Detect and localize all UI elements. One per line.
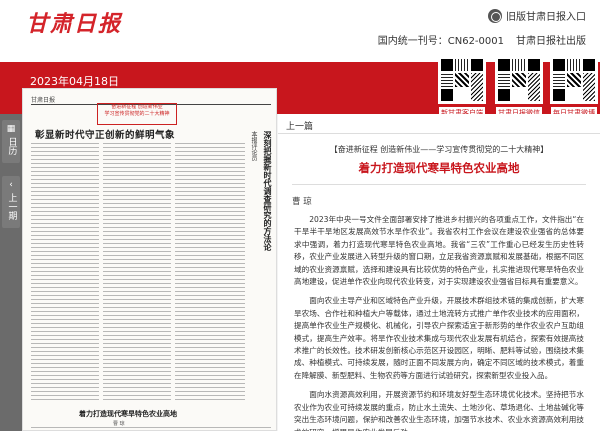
article-kicker: 【奋进新征程 创造新伟业——学习宣传贯彻党的二十大精神】	[329, 145, 549, 154]
text-column	[31, 143, 99, 401]
qr-code-icon	[550, 56, 598, 104]
article-headline: 着力打造现代寒旱特色农业高地	[358, 161, 520, 175]
qr-wechat[interactable]: 甘肃日报微信	[495, 56, 543, 120]
prev-article-link[interactable]: 上一篇	[278, 114, 600, 134]
qr-weibo[interactable]: 每日甘肃微博	[550, 56, 598, 120]
calendar-icon: ▦	[6, 124, 16, 134]
prev-issue-button[interactable]: ‹ 上一期	[2, 176, 20, 228]
page-vertical-title[interactable]: 深刻把握新时代调查研究的方法论	[260, 131, 274, 251]
page-sub-byline: 曹 琼	[113, 421, 125, 427]
publication-info: 国内统一刊号：CN62-0001 甘肃日报社出版	[378, 32, 586, 47]
publication-code: 国内统一刊号：CN62-0001	[377, 36, 504, 47]
page-vertical-byline: 本报评论员	[250, 131, 257, 161]
issue-date: 2023年04月18日	[30, 75, 119, 88]
chevron-left-icon: ‹	[9, 180, 13, 190]
side-nav: ▦ 日历 ‹ 上一期	[0, 114, 22, 431]
site-header: 甘肃日报 旧版甘肃日报入口 国内统一刊号：CN62-0001 甘肃日报社出版	[0, 0, 600, 62]
site-logo[interactable]: 甘肃日报	[26, 6, 122, 38]
text-column	[31, 427, 271, 430]
article-panel: 上一篇 【奋进新征程 创造新伟业——学习宣传贯彻党的二十大精神】 着力打造现代寒…	[278, 114, 600, 431]
calendar-label: 日历	[6, 137, 17, 155]
article-paragraph: 2023年中央一号文件全面部署安排了推进乡村振兴的各项重点工作，文件指出“在干旱…	[294, 215, 584, 287]
page-banner: 奋进新征程 创造新伟业 学习宣传贯彻党的二十大精神	[97, 103, 177, 125]
article-paragraph: 面向农业主导产业和区域特色产业升级，开展技术群组技术链的集成创新，扩大寒旱农场、…	[294, 296, 584, 380]
publisher: 甘肃日报社出版	[516, 36, 586, 47]
divider	[292, 184, 586, 185]
calendar-button[interactable]: ▦ 日历	[2, 120, 20, 163]
globe-icon	[488, 8, 502, 23]
qr-code-icon	[495, 56, 543, 104]
page-lead-title[interactable]: 彰显新时代守正创新的鲜明气象	[35, 127, 175, 141]
article-author: 曹 琼	[292, 197, 312, 207]
old-version-label: 旧版甘肃日报入口	[506, 12, 586, 23]
article-paragraph: 面向水资源高效利用，开展资源节约和环境友好型生态环境优化技术。坚持把节水农业作为…	[294, 390, 584, 431]
text-column	[103, 143, 171, 401]
banner-line: 学习宣传贯彻党的二十大精神	[104, 111, 170, 117]
banner-line: 奋进新征程 创造新伟业	[111, 104, 163, 110]
newspaper-page-preview[interactable]: 甘肃日报 奋进新征程 创造新伟业 学习宣传贯彻党的二十大精神 彰显新时代守正创新…	[22, 88, 277, 431]
page-sub-title[interactable]: 着力打造现代寒旱特色农业高地	[79, 409, 177, 419]
prev-issue-label: 上一期	[6, 193, 17, 220]
qr-code-icon	[438, 56, 486, 104]
text-column	[175, 143, 245, 401]
qr-client[interactable]: 新甘肃客户端	[438, 56, 486, 120]
old-version-link[interactable]: 旧版甘肃日报入口	[488, 8, 586, 23]
